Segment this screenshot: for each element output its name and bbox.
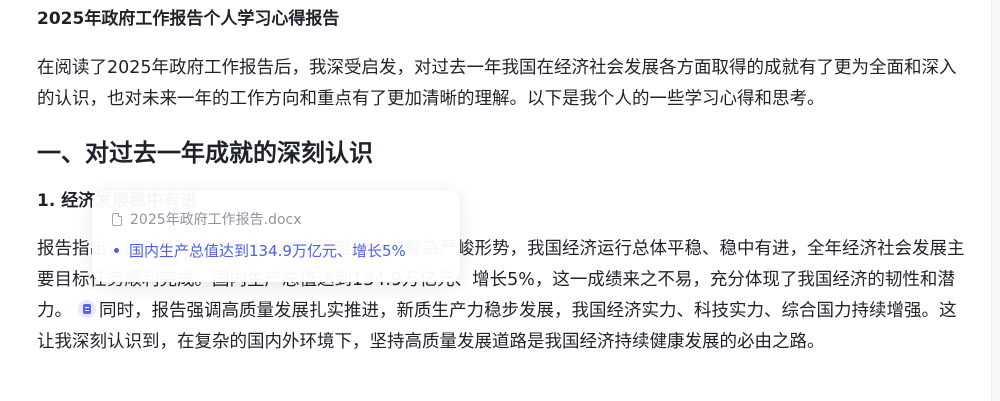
scrollbar-track[interactable]	[991, 0, 1000, 401]
citation-source[interactable]: 2025年政府工作报告.docx	[112, 208, 302, 230]
citation-source-filename: 2025年政府工作报告.docx	[130, 212, 302, 228]
citation-reference-link[interactable]: 国内生产总值达到134.9万亿元、增长5%	[114, 238, 406, 262]
file-icon	[112, 212, 122, 226]
section-heading: 一、对过去一年成就的深刻认识	[37, 139, 373, 167]
document-title: 2025年政府工作报告个人学习心得报告	[37, 9, 340, 29]
document-viewer: 2025年政府工作报告个人学习心得报告 在阅读了2025年政府工作报告后，我深受…	[0, 0, 1000, 401]
citation-document-icon	[83, 304, 91, 314]
citation-reference-text: 国内生产总值达到134.9万亿元、增长5%	[129, 241, 406, 260]
citation-chip[interactable]	[78, 300, 96, 318]
bullet-dot-icon	[114, 247, 119, 253]
body-text-after-citation: 同时，报告强调高质量发展扎实推进，新质生产力稳步发展，我国经济实力、科技实力、综…	[37, 301, 957, 352]
citation-popover: 2025年政府工作报告.docx 国内生产总值达到134.9万亿元、增长5%	[92, 190, 460, 282]
intro-paragraph: 在阅读了2025年政府工作报告后，我深受启发，对过去一年我国在经济社会发展各方面…	[37, 58, 957, 109]
